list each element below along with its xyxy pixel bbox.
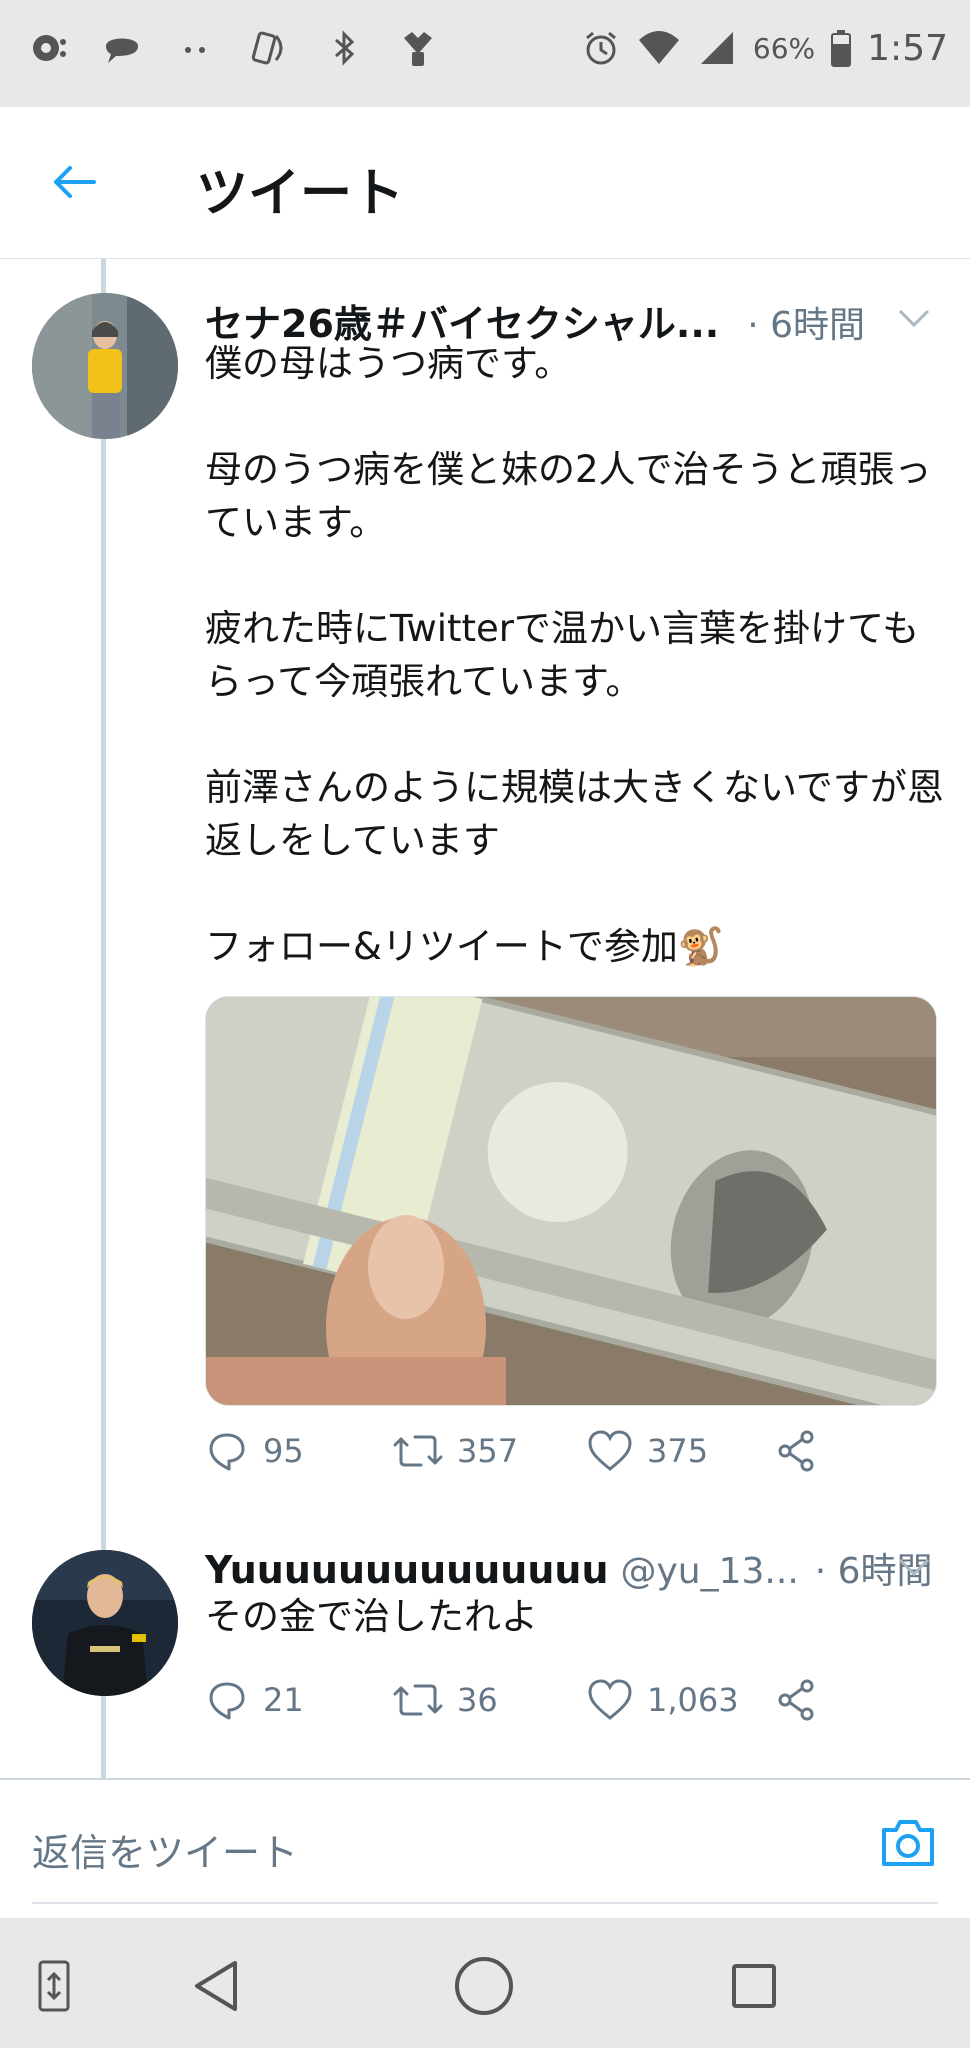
chevron-down-icon (898, 309, 930, 328)
notification-icon (26, 26, 70, 70)
reply-composer: 返信をツイート (0, 1780, 970, 1918)
chevron-down-icon (898, 1558, 930, 1577)
avatar[interactable] (32, 293, 178, 439)
signal-icon (695, 26, 739, 70)
share-icon (778, 1430, 814, 1472)
camera-button[interactable] (878, 1814, 938, 1870)
tweet-actions: 21 36 1,063 (205, 1678, 845, 1738)
heart-icon (588, 1679, 632, 1720)
avatar[interactable] (32, 1550, 178, 1696)
tweet-menu-button[interactable] (894, 303, 934, 333)
retweet-icon (393, 1684, 443, 1716)
reply-icon (209, 1682, 245, 1720)
clock: 1:57 (867, 27, 948, 69)
retweet-button[interactable]: 357 (393, 1429, 518, 1473)
system-nav-bar (0, 1918, 970, 2048)
username: @yu_13... (620, 1551, 799, 1592)
reply-count: 21 (263, 1681, 304, 1719)
arrow-left-icon (54, 166, 96, 198)
alarm-icon (579, 26, 623, 70)
tweet-text: 僕の母はうつ病です。 母のうつ病を僕と妹の2人で治そうと頑張っています。 疲れた… (205, 342, 944, 968)
nfc-icon (248, 26, 292, 70)
tweet-menu-button[interactable] (894, 1552, 934, 1582)
reply-input[interactable]: 返信をツイート (32, 1822, 298, 1877)
back-button[interactable] (44, 157, 104, 207)
tweet-actions: 95 357 375 (205, 1429, 845, 1489)
recents-nav-button[interactable] (722, 1954, 786, 2018)
share-icon (778, 1679, 814, 1721)
like-count: 1,063 (647, 1681, 739, 1719)
retweet-count: 357 (457, 1432, 519, 1470)
battery-percent: 66% (752, 31, 816, 65)
screen-rotate-button[interactable] (22, 1954, 86, 2018)
retweet-count: 36 (457, 1681, 498, 1719)
like-button[interactable]: 1,063 (587, 1678, 739, 1722)
triangle-back-icon (195, 1961, 237, 2011)
tweet-main[interactable]: セナ26歳＃バイセクシャル... · 6時間 僕の母はうつ病です。 母のうつ病を… (0, 259, 970, 1499)
tweet-text: その金で治したれよ (205, 1595, 538, 1638)
reply-button[interactable]: 95 (205, 1429, 304, 1473)
share-button[interactable] (775, 1678, 819, 1722)
home-nav-button[interactable] (452, 1954, 516, 2018)
app-header: ツイート (0, 107, 970, 259)
wifi-icon (637, 26, 681, 70)
input-underline (32, 1902, 938, 1904)
back-nav-button[interactable] (184, 1954, 248, 2018)
reply-icon (209, 1433, 245, 1471)
retweet-button[interactable]: 36 (393, 1678, 498, 1722)
reply-count: 95 (263, 1432, 304, 1470)
page-title: ツイート (196, 164, 405, 224)
more-dots-icon (174, 26, 218, 70)
battery-icon (829, 26, 853, 70)
square-recents-icon (732, 1964, 776, 2008)
heart-icon (588, 1430, 632, 1471)
health-icon (396, 26, 440, 70)
reply-button[interactable]: 21 (205, 1678, 304, 1722)
bluetooth-icon (322, 26, 366, 70)
circle-home-icon (455, 1957, 513, 2015)
status-bar: 66% 1:57 (0, 0, 970, 107)
tweet-reply[interactable]: Yuuuuuuuuuuuuuu @yu_13... · 6時間 その金で治したれ… (0, 1510, 970, 1770)
rotate-icon (38, 1960, 70, 2012)
camera-icon (882, 1820, 934, 1866)
like-button[interactable]: 375 (587, 1429, 708, 1473)
display-name[interactable]: Yuuuuuuuuuuuuuu (205, 1548, 609, 1592)
share-button[interactable] (775, 1429, 819, 1473)
message-bubble-icon (100, 26, 144, 70)
tweet-image[interactable] (205, 996, 937, 1406)
like-count: 375 (647, 1432, 709, 1470)
retweet-icon (393, 1435, 443, 1467)
